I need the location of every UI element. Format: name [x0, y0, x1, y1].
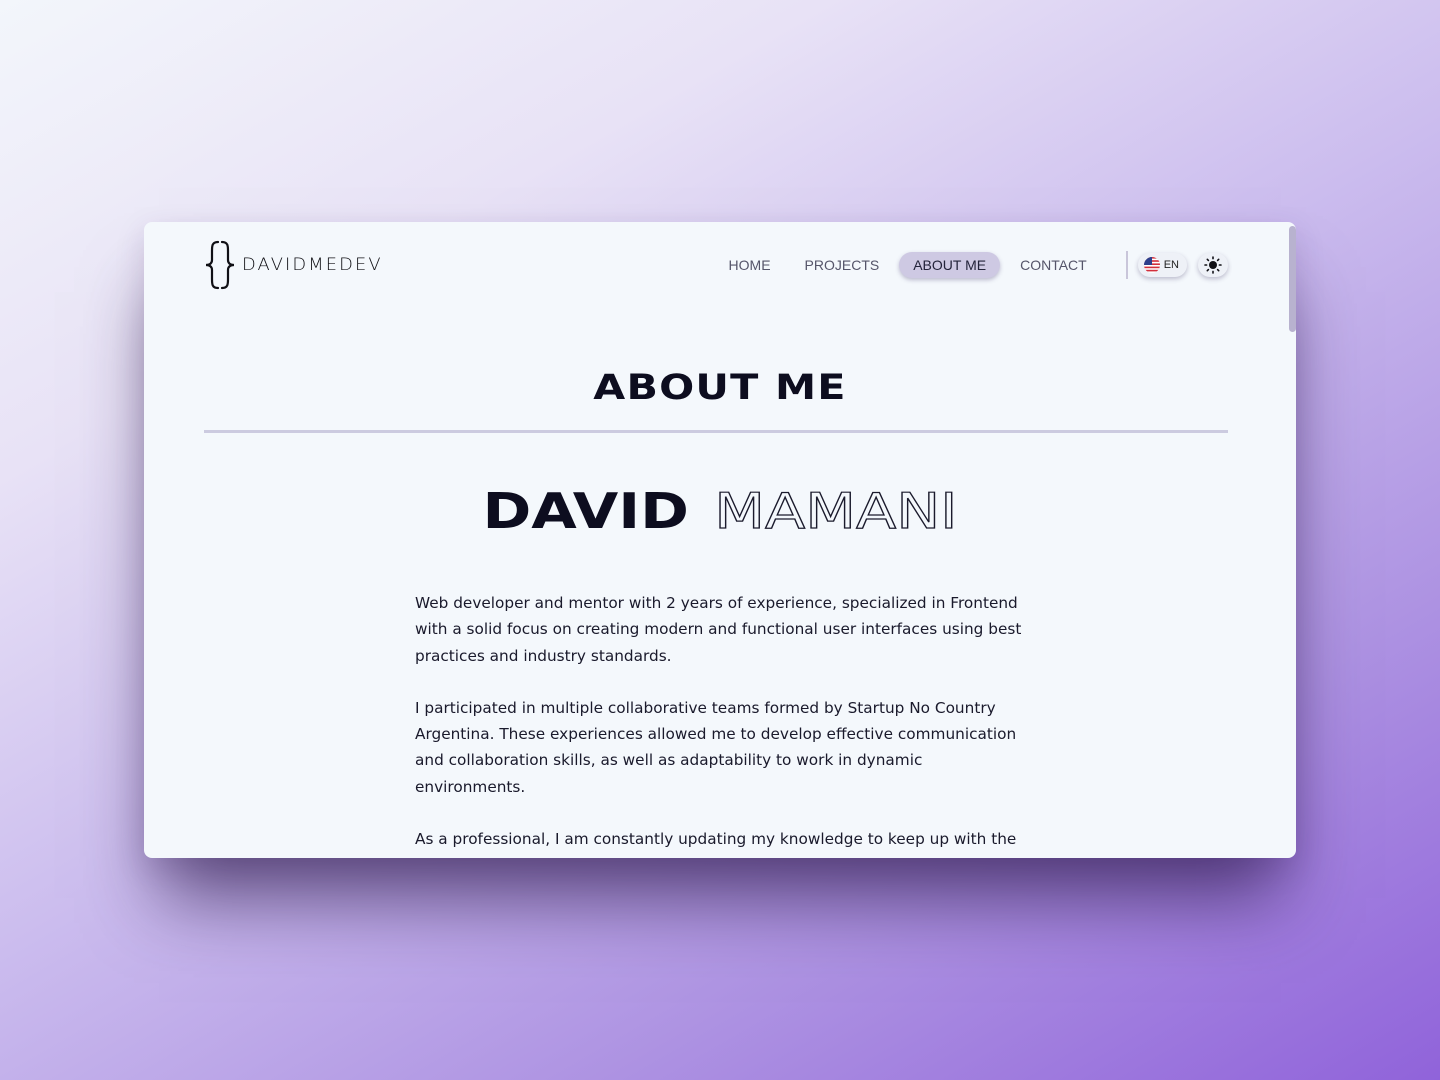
name-heading: DAVID MAMANI — [144, 480, 1296, 544]
nav-projects[interactable]: PROJECTS — [791, 252, 894, 278]
language-button[interactable]: EN — [1137, 253, 1187, 277]
first-name: DAVID — [482, 483, 690, 540]
nav-home[interactable]: HOME — [715, 252, 785, 278]
navbar: DAVIDMEDEV HOME PROJECTS ABOUT ME CONTAC… — [204, 240, 1228, 290]
language-code: EN — [1163, 259, 1179, 271]
theme-toggle-button[interactable] — [1198, 253, 1228, 277]
nav-contact[interactable]: CONTACT — [1006, 252, 1101, 278]
us-flag-icon — [1143, 257, 1160, 273]
sun-icon — [1204, 256, 1222, 274]
logo-text: DAVIDMEDEV — [242, 255, 383, 275]
braces-logo-icon — [205, 240, 235, 290]
scrollbar-thumb[interactable] — [1289, 226, 1296, 332]
logo[interactable]: DAVIDMEDEV — [204, 239, 381, 291]
nav-links: HOME PROJECTS ABOUT ME CONTACT EN — [712, 251, 1228, 279]
bio-paragraph: I participated in multiple collaborative… — [415, 698, 1017, 796]
bio-text: Web developer and mentor with 2 years of… — [415, 590, 1025, 858]
bio-paragraph: Web developer and mentor with 2 years of… — [415, 594, 1022, 665]
last-name: MAMANI — [714, 482, 959, 540]
nav-divider — [1125, 251, 1128, 279]
scrollbar[interactable] — [1288, 222, 1296, 858]
bio-paragraph: As a professional, I am constantly updat… — [415, 830, 1017, 849]
section-title: ABOUT ME — [593, 368, 847, 408]
browser-window: DAVIDMEDEV HOME PROJECTS ABOUT ME CONTAC… — [144, 222, 1296, 858]
title-divider — [204, 430, 1228, 433]
nav-about-me[interactable]: ABOUT ME — [899, 252, 1001, 278]
